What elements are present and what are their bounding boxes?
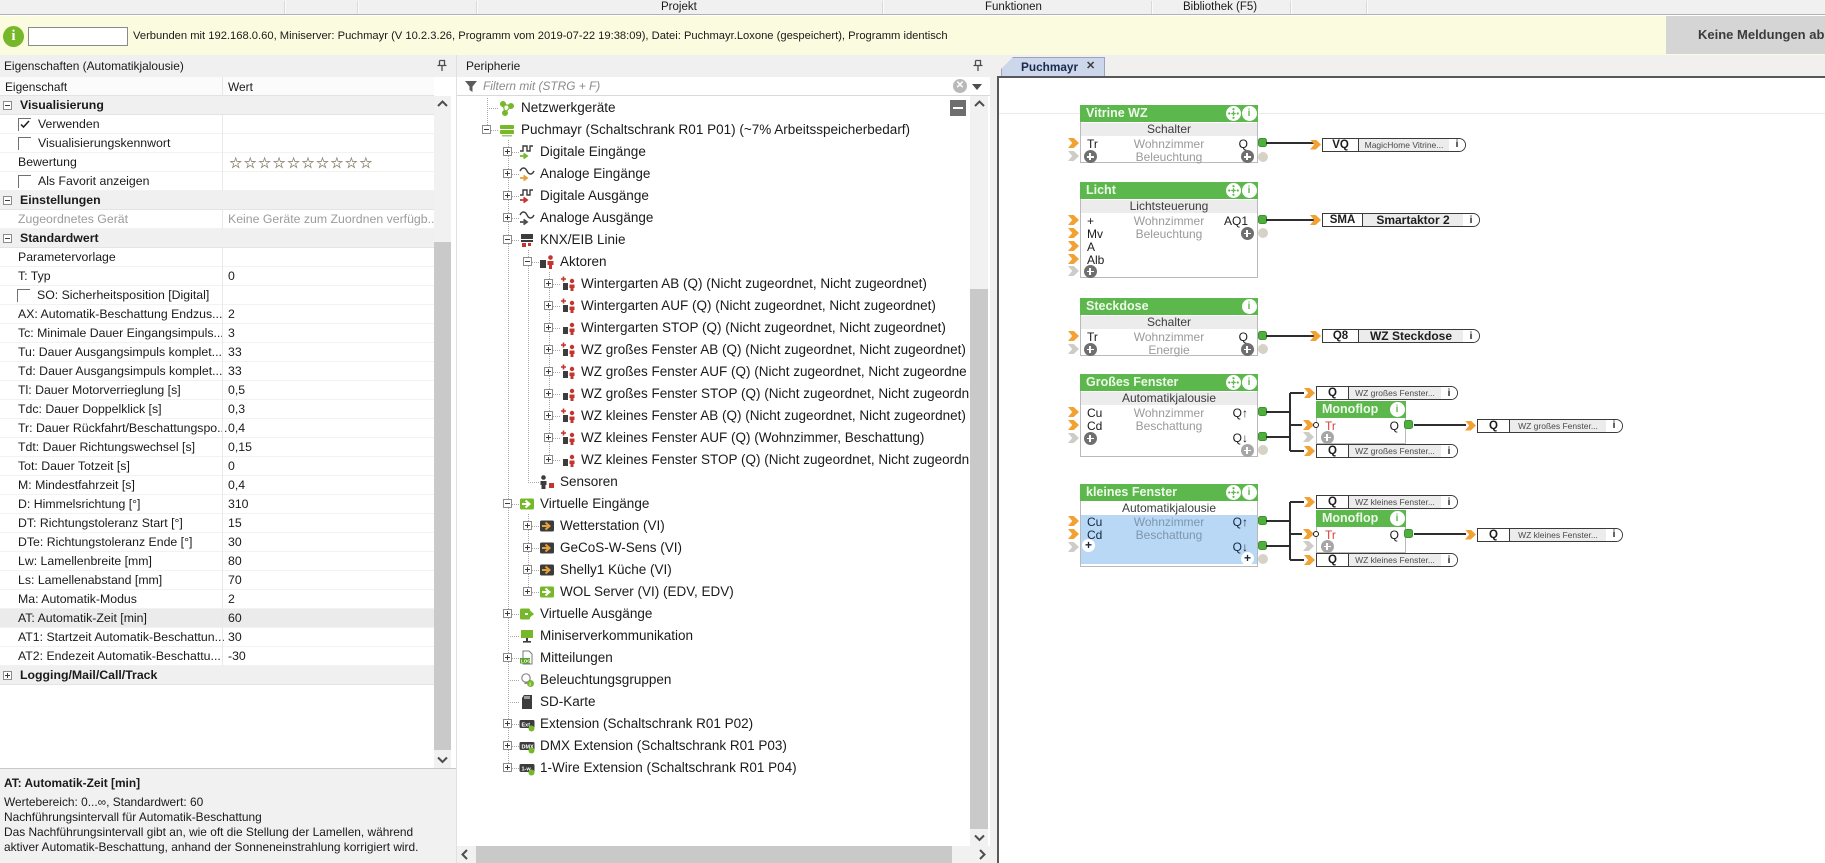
svg-text:LOG: LOG [521,659,531,664]
